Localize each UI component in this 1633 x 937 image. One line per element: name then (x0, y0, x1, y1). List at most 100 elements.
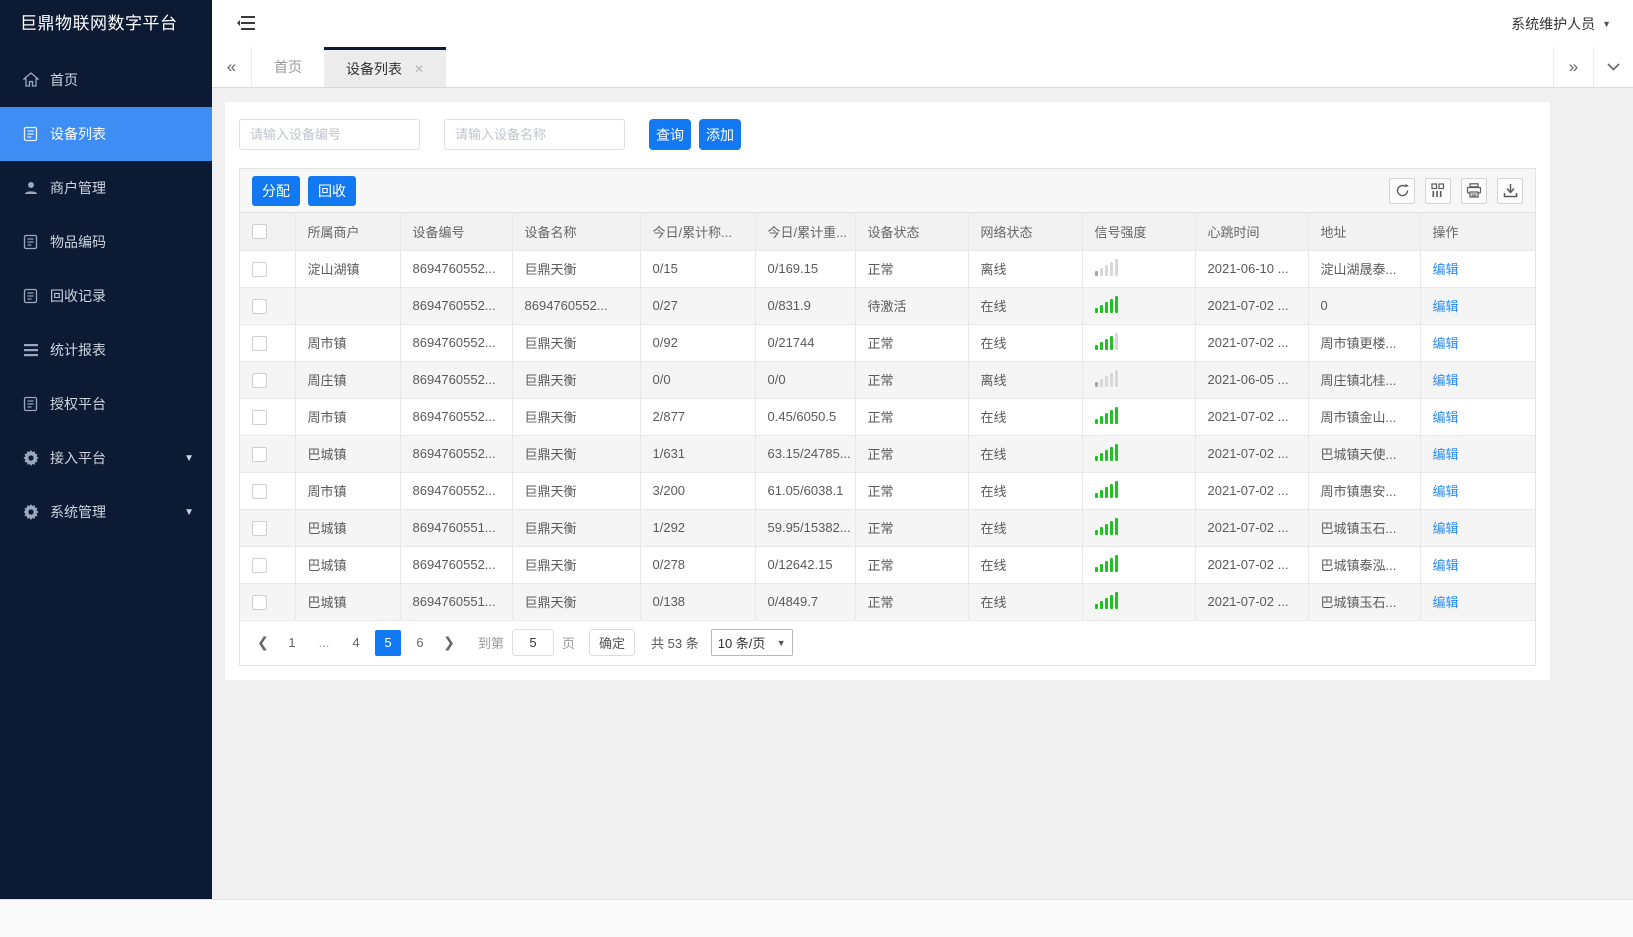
pagination: ❮ 1... 456 ❯ 到第 页 确定 共 53 条 10 条/页 ▼ (240, 620, 1535, 665)
table-row: 周市镇 8694760552... 巨鼎天衡 2/877 0.45/6050.5 正常 在线… (240, 398, 1535, 436)
row-checkbox[interactable] (252, 483, 267, 499)
sidebar-item-2[interactable]: 商户管理 (0, 161, 212, 215)
sidebar-item-8[interactable]: 系统管理 ▼ (0, 485, 212, 539)
cell-today-weight: 59.95/15382... (755, 509, 856, 547)
cell-address: 周市镇惠安... (1308, 472, 1421, 510)
refresh-icon[interactable] (1389, 177, 1415, 204)
cell-device-status: 正常 (855, 250, 969, 288)
sidebar-item-label: 授权平台 (50, 396, 106, 412)
cell-address: 周市镇金山... (1308, 398, 1421, 436)
cell-heartbeat: 2021-06-05 ... (1195, 361, 1309, 399)
edit-link[interactable]: 编辑 (1433, 484, 1459, 499)
sidebar-item-6[interactable]: 授权平台 (0, 377, 212, 431)
page-button-4[interactable]: 4 (343, 630, 369, 656)
column-header-0: 所属商户 (295, 213, 401, 251)
edit-link[interactable]: 编辑 (1433, 336, 1459, 351)
row-checkbox[interactable] (252, 261, 267, 277)
row-checkbox[interactable] (252, 335, 267, 351)
sidebar-item-0[interactable]: 首页 (0, 53, 212, 107)
prev-page-button[interactable]: ❮ (250, 630, 276, 656)
page-button-5[interactable]: 5 (375, 629, 401, 656)
cell-today-count: 0/27 (640, 287, 756, 325)
column-header-2: 设备名称 (512, 213, 641, 251)
select-all-checkbox[interactable] (252, 224, 267, 240)
signal-strength-icon (1094, 406, 1118, 424)
doc-icon (22, 234, 39, 251)
next-page-button[interactable]: ❯ (436, 630, 462, 656)
edit-link[interactable]: 编辑 (1433, 410, 1459, 425)
tab-0[interactable]: 首页 (252, 47, 324, 87)
column-header-3: 今日/累计称... (640, 213, 756, 251)
row-checkbox[interactable] (252, 557, 267, 573)
sidebar-item-5[interactable]: 统计报表 (0, 323, 212, 377)
column-header-4: 今日/累计重... (755, 213, 856, 251)
row-checkbox[interactable] (252, 594, 267, 610)
printer-icon[interactable] (1461, 177, 1487, 204)
edit-link[interactable]: 编辑 (1433, 595, 1459, 610)
table-row: 巴城镇 8694760552... 巨鼎天衡 0/278 0/12642.15 正常 在线 2… (240, 546, 1535, 584)
edit-link[interactable]: 编辑 (1433, 262, 1459, 277)
edit-link[interactable]: 编辑 (1433, 447, 1459, 462)
cell-heartbeat: 2021-07-02 ... (1195, 398, 1309, 436)
signal-strength-icon (1094, 258, 1118, 276)
page-buttons: 1... 4 5 6 (276, 629, 436, 656)
signal-strength-icon (1094, 517, 1118, 535)
download-icon[interactable] (1497, 177, 1523, 204)
signal-strength-icon (1094, 369, 1118, 387)
close-icon[interactable]: ✕ (414, 62, 424, 76)
query-button[interactable]: 查询 (649, 119, 691, 150)
cell-heartbeat: 2021-07-02 ... (1195, 435, 1309, 473)
row-checkbox[interactable] (252, 372, 267, 388)
cell-device-no: 8694760552... (400, 324, 513, 362)
tab-1[interactable]: 设备列表 ✕ (324, 47, 447, 87)
page-button-1[interactable]: 1 (279, 630, 305, 656)
edit-link[interactable]: 编辑 (1433, 373, 1459, 388)
sidebar-item-1[interactable]: 设备列表 (0, 107, 212, 161)
page-size-select[interactable]: 10 条/页 ▼ (710, 629, 793, 656)
edit-link[interactable]: 编辑 (1433, 558, 1459, 573)
confirm-button[interactable]: 确定 (589, 629, 636, 656)
menu-fold-icon[interactable] (237, 14, 257, 32)
cell-device-no: 8694760552... (400, 398, 513, 436)
cell-merchant: 巴城镇 (295, 435, 401, 473)
recycle-button[interactable]: 回收 (308, 175, 356, 206)
chevron-down-icon: ▼ (184, 506, 194, 518)
cell-today-count: 0/278 (640, 546, 756, 584)
cell-merchant: 周市镇 (295, 472, 401, 510)
tabs-scroll-left-button[interactable]: « (212, 47, 252, 87)
device-name-input[interactable] (444, 119, 625, 150)
sidebar-item-3[interactable]: 物品编码 (0, 215, 212, 269)
signal-strength-icon (1094, 443, 1118, 461)
tabs-scroll-right-button[interactable]: » (1553, 47, 1593, 87)
column-header-5: 设备状态 (855, 213, 969, 251)
page-word: 页 (562, 636, 576, 651)
cell-device-name: 8694760552... (512, 287, 641, 325)
cell-device-no: 8694760551... (400, 509, 513, 547)
cell-device-name: 巨鼎天衡 (512, 324, 641, 362)
row-checkbox[interactable] (252, 520, 267, 536)
table-row: 淀山湖镇 8694760552... 巨鼎天衡 0/15 0/169.15 正常 离线 202… (240, 250, 1535, 288)
cell-network-status: 离线 (968, 250, 1083, 288)
cell-device-name: 巨鼎天衡 (512, 583, 641, 621)
sidebar-item-7[interactable]: 接入平台 ▼ (0, 431, 212, 485)
grid-tool-icons (1389, 177, 1523, 204)
tabs-menu-button[interactable] (1593, 47, 1633, 87)
cell-device-name: 巨鼎天衡 (512, 546, 641, 584)
sidebar-item-label: 商户管理 (50, 180, 106, 196)
row-checkbox[interactable] (252, 298, 267, 314)
page-button-6[interactable]: 6 (407, 630, 433, 656)
add-button[interactable]: 添加 (699, 119, 741, 150)
cell-today-weight: 0/831.9 (755, 287, 856, 325)
goto-page-input[interactable] (512, 629, 555, 656)
row-checkbox[interactable] (252, 446, 267, 462)
device-no-input[interactable] (239, 119, 420, 150)
user-icon (22, 180, 39, 197)
edit-link[interactable]: 编辑 (1433, 521, 1459, 536)
row-checkbox[interactable] (252, 409, 267, 425)
assign-button[interactable]: 分配 (252, 175, 300, 206)
edit-link[interactable]: 编辑 (1433, 299, 1459, 314)
columns-icon[interactable] (1425, 177, 1451, 204)
sidebar-item-label: 接入平台 (50, 450, 106, 466)
user-menu[interactable]: 系统维护人员 ▼ (1511, 0, 1611, 47)
sidebar-item-4[interactable]: 回收记录 (0, 269, 212, 323)
